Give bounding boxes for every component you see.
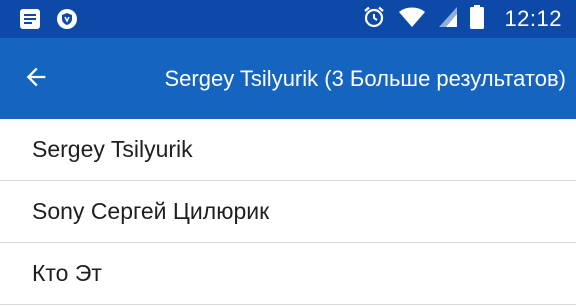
battery-icon <box>470 4 485 34</box>
page-title: Sergey Tsilyurik (3 Больше результатов) <box>164 66 567 91</box>
back-button[interactable] <box>14 57 58 101</box>
wifi-icon <box>398 6 426 33</box>
list-item[interactable]: Кто Эт <box>0 243 576 305</box>
arrow-back-icon <box>22 63 50 96</box>
alarm-clock-icon <box>362 5 386 34</box>
results-list: Sergey Tsilyurik Sony Сергей Цилюрик Кто… <box>0 119 576 305</box>
cell-signal-icon <box>438 6 458 33</box>
status-notifications <box>18 7 78 36</box>
status-time: 12:12 <box>504 6 562 31</box>
shield-icon <box>56 8 78 35</box>
list-item[interactable]: Sony Сергей Цилюрик <box>0 181 576 243</box>
list-item[interactable]: Sergey Tsilyurik <box>0 119 576 181</box>
app-bar: Sergey Tsilyurik (3 Больше результатов) <box>0 38 576 119</box>
status-system-icons: 12:12 <box>362 0 562 38</box>
notification-message-icon <box>18 7 42 36</box>
status-bar: 12:12 <box>0 0 576 38</box>
